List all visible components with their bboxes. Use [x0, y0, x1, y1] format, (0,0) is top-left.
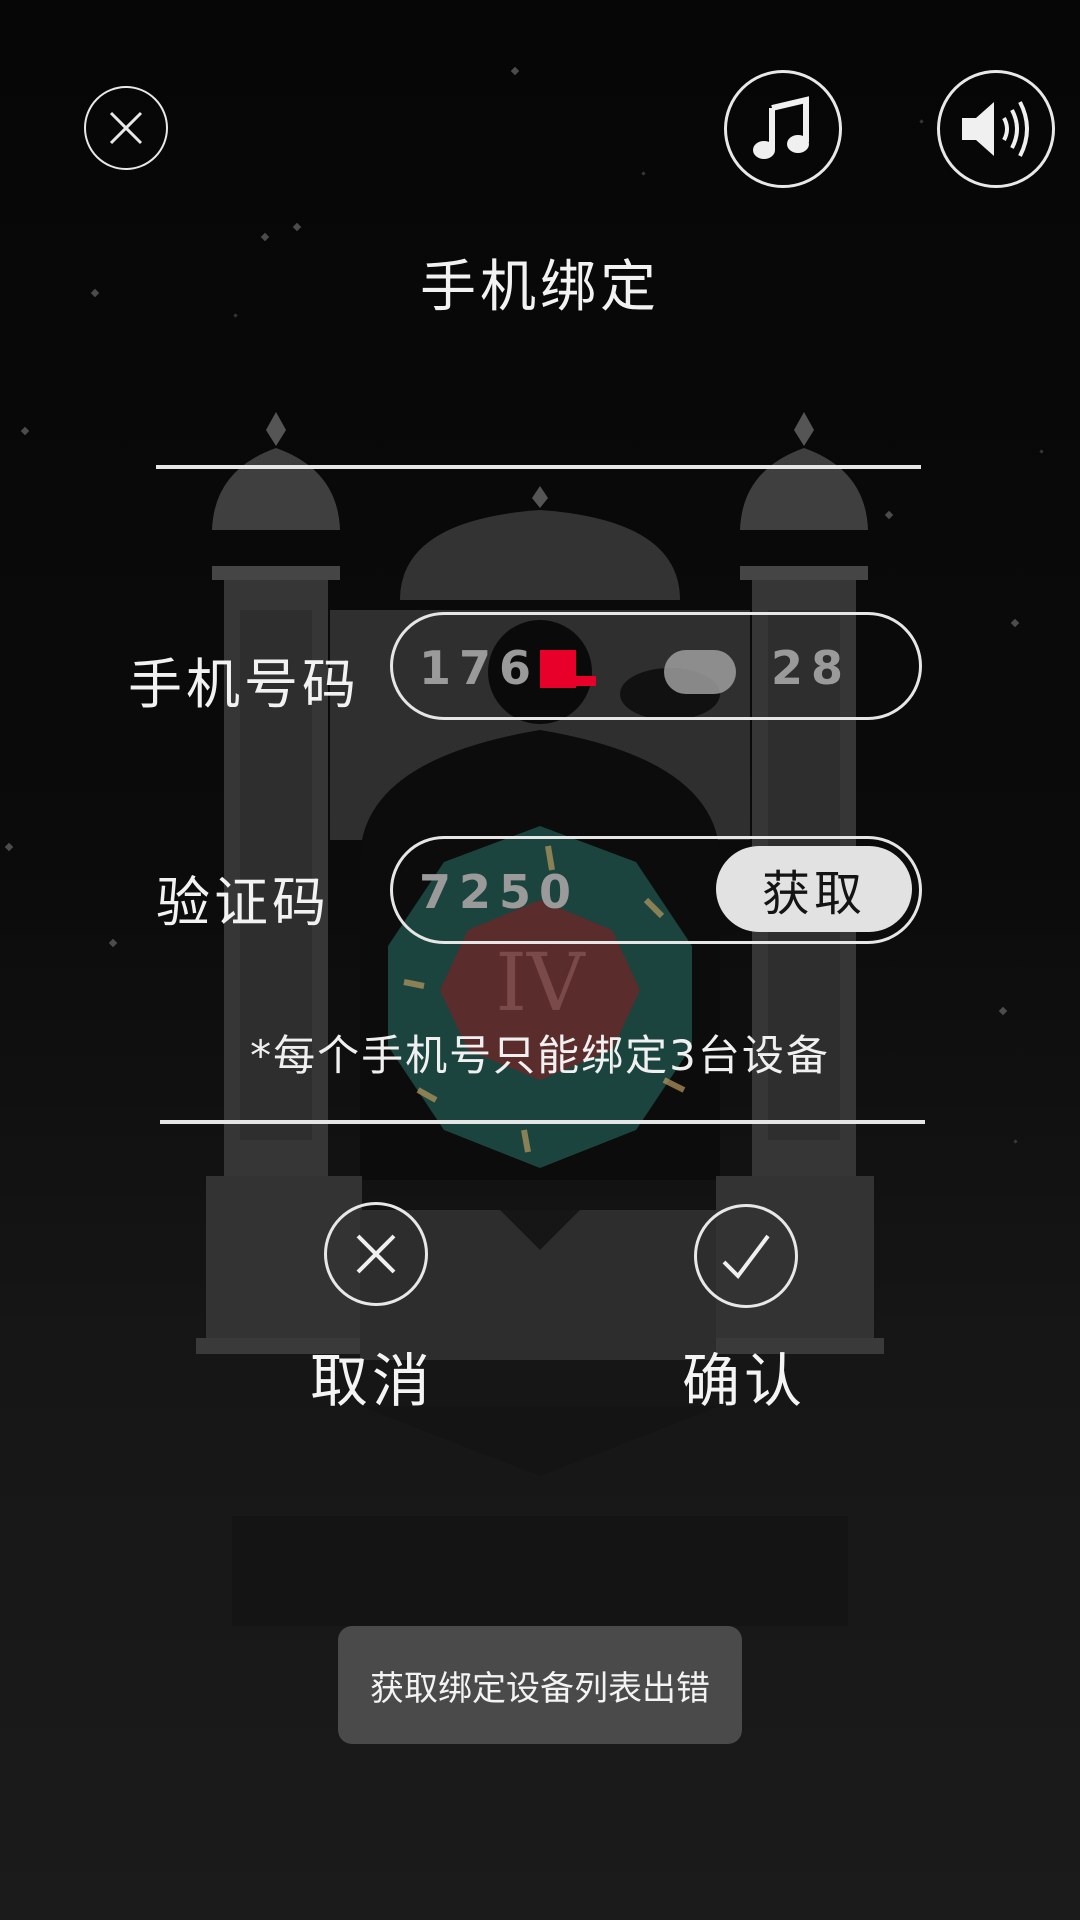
close-icon: [356, 1234, 396, 1274]
close-icon: [109, 111, 143, 145]
checkmark-icon: [722, 1234, 770, 1280]
screen: IV 手机绑定 手机号码 176 28 验证码 7250 获取 *每个手机号只能…: [0, 0, 1080, 1920]
cancel-label[interactable]: 取消: [272, 1334, 472, 1418]
svg-text:IV: IV: [495, 936, 586, 1029]
music-toggle-button[interactable]: [724, 70, 842, 188]
close-button[interactable]: [84, 86, 168, 170]
divider-top: [156, 465, 921, 469]
confirm-label[interactable]: 确认: [644, 1334, 844, 1418]
get-code-button[interactable]: 获取: [716, 846, 912, 932]
binding-limit-notice: *每个手机号只能绑定3台设备: [250, 1031, 830, 1080]
page-title: 手机绑定: [420, 255, 660, 320]
divider-bottom: [160, 1120, 925, 1124]
phone-value-suffix: 28: [771, 641, 852, 695]
confirm-button[interactable]: [694, 1204, 798, 1308]
phone-input[interactable]: 176 28: [390, 612, 922, 720]
redaction-mark: [540, 650, 576, 688]
redaction-mark: [576, 676, 596, 686]
sound-toggle-button[interactable]: [937, 70, 1055, 188]
verification-code-value: 7250: [419, 865, 580, 919]
error-toast: 获取绑定设备列表出错: [338, 1626, 742, 1744]
speaker-icon: [962, 101, 1029, 157]
redaction-mark: [664, 650, 736, 694]
music-note-icon: [753, 96, 809, 159]
cancel-button[interactable]: [324, 1202, 428, 1306]
phone-value: 176: [419, 641, 540, 695]
phone-label: 手机号码: [128, 653, 360, 716]
verification-code-label: 验证码: [156, 871, 330, 934]
